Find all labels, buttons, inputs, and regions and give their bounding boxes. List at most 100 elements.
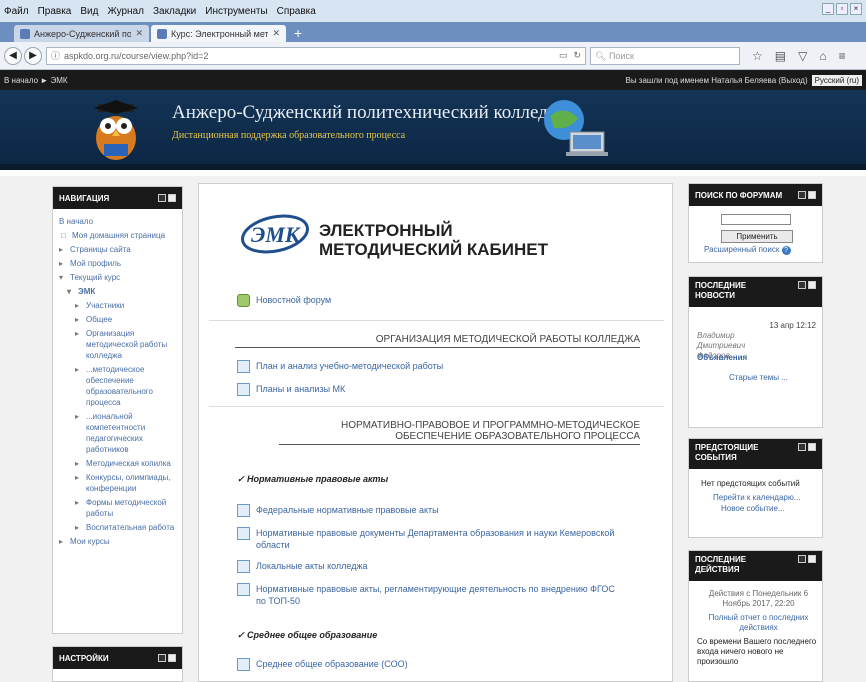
- browser-search-input[interactable]: 🔍︎ Поиск: [590, 46, 740, 65]
- file-icon: [237, 560, 250, 573]
- nav-item-emk[interactable]: ▾ ЭМК: [59, 286, 176, 297]
- breadcrumb[interactable]: В начало ► ЭМК: [4, 76, 68, 85]
- full-report-link[interactable]: Полный отчет о последних действиях: [701, 613, 816, 633]
- block-collapse-icon[interactable]: [158, 194, 166, 202]
- site-banner: Анжеро-Судженский политехнический коллед…: [0, 90, 866, 170]
- emk-logo-text: ЭМК: [251, 222, 301, 247]
- advanced-search-link[interactable]: Расширенный поиск ?: [704, 245, 791, 255]
- minimize-icon[interactable]: _: [822, 3, 834, 15]
- file-icon: [237, 658, 250, 671]
- section-title: НОРМАТИВНО-ПРАВОВОЕ И ПРОГРАММНО-МЕТОДИЧ…: [279, 420, 640, 445]
- menu-icon[interactable]: ≡: [839, 49, 846, 63]
- menu-tools[interactable]: Инструменты: [205, 6, 267, 17]
- new-tab-icon[interactable]: +: [294, 25, 302, 42]
- resource-link[interactable]: Среднее общее образование (СОО): [237, 658, 408, 671]
- nav-item-contests[interactable]: ▸ Конкурсы, олимпиады, конференции: [59, 472, 176, 494]
- pocket-icon[interactable]: ▽: [798, 49, 807, 63]
- url-bar[interactable]: ⓘ aspkdo.org.ru/course/view.php?id=2 ▭ ↻: [46, 46, 586, 65]
- home-icon[interactable]: ⌂: [819, 49, 826, 63]
- close-window-icon[interactable]: ×: [850, 3, 862, 15]
- nav-item-participants[interactable]: ▸ Участники: [59, 300, 176, 311]
- block-collapse-icon[interactable]: [798, 281, 806, 289]
- resource-link[interactable]: Нормативные правовые документы Департаме…: [237, 527, 627, 551]
- calendar-link[interactable]: Перейти к календарю...: [713, 493, 801, 503]
- nav-item-education-work[interactable]: ▸ Воспитательная работа: [59, 522, 176, 533]
- news-date: 13 апр 12:12: [769, 321, 816, 330]
- close-tab-icon[interactable]: ✕: [135, 28, 143, 39]
- nothing-new-text: Со времени Вашего последнего входа ничег…: [697, 637, 817, 666]
- block-dock-icon[interactable]: [808, 191, 816, 199]
- chevron-right-icon: ▸: [75, 365, 80, 374]
- nav-item-current-course[interactable]: ▾ Текущий курс: [59, 272, 176, 283]
- emk-logo: ЭМК: [241, 214, 309, 254]
- help-icon[interactable]: ?: [781, 246, 791, 255]
- label-normative-acts: ✓ Нормативные правовые акты: [237, 474, 389, 484]
- nav-item-home[interactable]: В начало: [59, 216, 176, 227]
- chevron-right-icon: ▸: [75, 473, 80, 482]
- nav-item-site-pages[interactable]: ▸ Страницы сайта: [59, 244, 176, 255]
- block-collapse-icon[interactable]: [798, 443, 806, 451]
- file-icon: [237, 527, 250, 540]
- course-main: ЭМК ЭЛЕКТРОННЫЙ МЕТОДИЧЕСКИЙ КАБИНЕТ Нов…: [198, 183, 673, 682]
- new-event-link[interactable]: Новое событие...: [721, 504, 785, 514]
- reload-icon[interactable]: ↻: [573, 50, 581, 61]
- latest-news-block: ПОСЛЕДНИЕ НОВОСТИ 13 апр 12:12 Владимир …: [688, 276, 823, 428]
- bookmark-star-icon[interactable]: ☆: [752, 49, 763, 63]
- resource-link[interactable]: Федеральные нормативные правовые акты: [237, 504, 439, 517]
- info-icon[interactable]: ⓘ: [51, 49, 60, 62]
- site-topbar: В начало ► ЭМК Вы зашли под именем Натал…: [0, 70, 866, 90]
- navigation-block: НАВИГАЦИЯ В начало □ Моя домашняя страниц…: [52, 186, 183, 634]
- menu-view[interactable]: Вид: [80, 6, 98, 17]
- maximize-icon[interactable]: ▫: [836, 3, 848, 15]
- nav-item-competence[interactable]: ▸ ...иональной компетентности педагогичес…: [59, 411, 176, 455]
- menu-bookmarks[interactable]: Закладки: [153, 6, 196, 17]
- block-title: ПОСЛЕДНИЕ НОВОСТИ: [695, 281, 747, 300]
- login-info[interactable]: Вы зашли под именем Наталья Беляева (Вых…: [625, 76, 807, 85]
- resource-link[interactable]: Локальные акты колледжа: [237, 560, 368, 573]
- block-dock-icon[interactable]: [808, 443, 816, 451]
- label-secondary-education: ✓ Среднее общее образование: [237, 630, 378, 640]
- block-dock-icon[interactable]: [168, 654, 176, 662]
- course-title: ЭЛЕКТРОННЫЙ МЕТОДИЧЕСКИЙ КАБИНЕТ: [319, 221, 548, 259]
- chevron-right-icon: ▸: [75, 301, 80, 310]
- reader-icon[interactable]: ▭: [559, 50, 568, 61]
- older-topics-link[interactable]: Старые темы ...: [729, 373, 788, 383]
- bookmarks-icon[interactable]: ▤: [775, 49, 786, 63]
- menu-history[interactable]: Журнал: [107, 6, 144, 17]
- nav-item-forms[interactable]: ▸ Формы методической работы: [59, 497, 176, 519]
- site-favicon-icon: [20, 28, 30, 39]
- block-collapse-icon[interactable]: [158, 654, 166, 662]
- tab-college[interactable]: Анжеро-Судженский полит...✕: [14, 25, 149, 42]
- resource-link[interactable]: Нормативные правовые акты, регламентирую…: [237, 583, 627, 607]
- block-dock-icon[interactable]: [168, 194, 176, 202]
- menu-edit[interactable]: Правка: [38, 6, 72, 17]
- menu-help[interactable]: Справка: [277, 6, 316, 17]
- news-forum-link[interactable]: Новостной форум: [237, 294, 331, 307]
- news-title-link[interactable]: Объявления: [697, 353, 747, 363]
- apply-button[interactable]: Применить: [721, 230, 793, 243]
- tab-course[interactable]: Курс: Электронный методи...✕: [151, 25, 286, 42]
- forward-icon[interactable]: ▶: [24, 46, 42, 65]
- nav-item-general[interactable]: ▸ Общее: [59, 314, 176, 325]
- bullet-icon: □: [61, 231, 66, 240]
- nav-item-my-courses[interactable]: ▸ Мои курсы: [59, 536, 176, 547]
- close-tab-icon[interactable]: ✕: [272, 28, 280, 39]
- resource-link[interactable]: Планы и анализы МК: [237, 383, 345, 396]
- block-collapse-icon[interactable]: [798, 555, 806, 563]
- language-select[interactable]: Русский (ru): [811, 74, 862, 86]
- nav-item-profile[interactable]: ▸ Мой профиль: [59, 258, 176, 269]
- chevron-right-icon: ▸: [75, 459, 80, 468]
- nav-item-methodical-support[interactable]: ▸ ...методическое обеспечение образовател…: [59, 364, 176, 408]
- forum-search-input[interactable]: [721, 214, 791, 225]
- block-dock-icon[interactable]: [808, 555, 816, 563]
- block-dock-icon[interactable]: [808, 281, 816, 289]
- menu-file[interactable]: Файл: [4, 6, 29, 17]
- block-title: ПРЕДСТОЯЩИЕ СОБЫТИЯ: [695, 443, 759, 462]
- nav-item-my-home[interactable]: □ Моя домашняя страница: [59, 230, 176, 241]
- nav-item-organization[interactable]: ▸ Организация методической работы колледж…: [59, 328, 176, 361]
- resource-link[interactable]: План и анализ учебно-методической работы: [237, 360, 443, 373]
- back-icon[interactable]: ◀: [4, 46, 22, 65]
- file-icon: [237, 383, 250, 396]
- block-collapse-icon[interactable]: [798, 191, 806, 199]
- nav-item-piggybank[interactable]: ▸ Методическая копилка: [59, 458, 176, 469]
